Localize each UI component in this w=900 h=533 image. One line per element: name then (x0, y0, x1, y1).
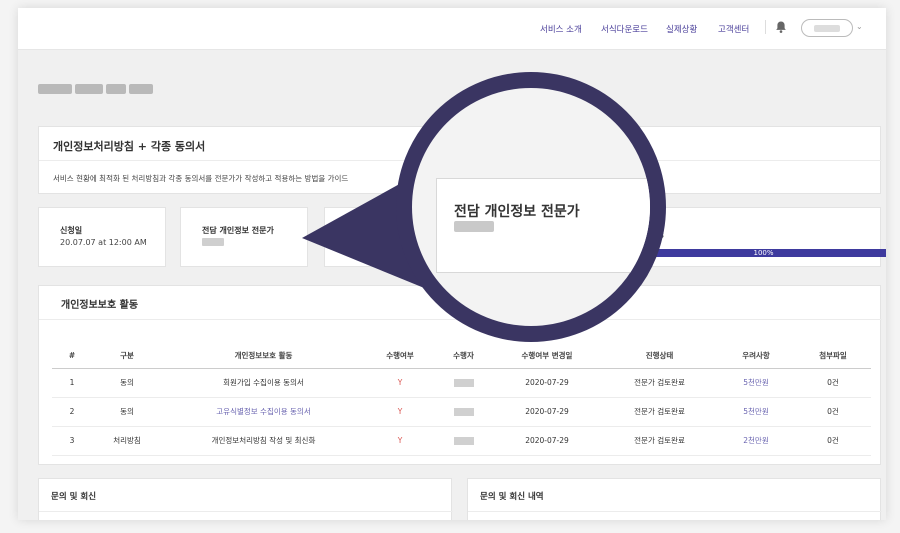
lens-expert-name-redacted (454, 221, 494, 232)
lens-expert-title: 전담 개인정보 전문가 (454, 204, 580, 220)
magnifier-lens: 전담 개인정보 전문가 (396, 72, 666, 342)
